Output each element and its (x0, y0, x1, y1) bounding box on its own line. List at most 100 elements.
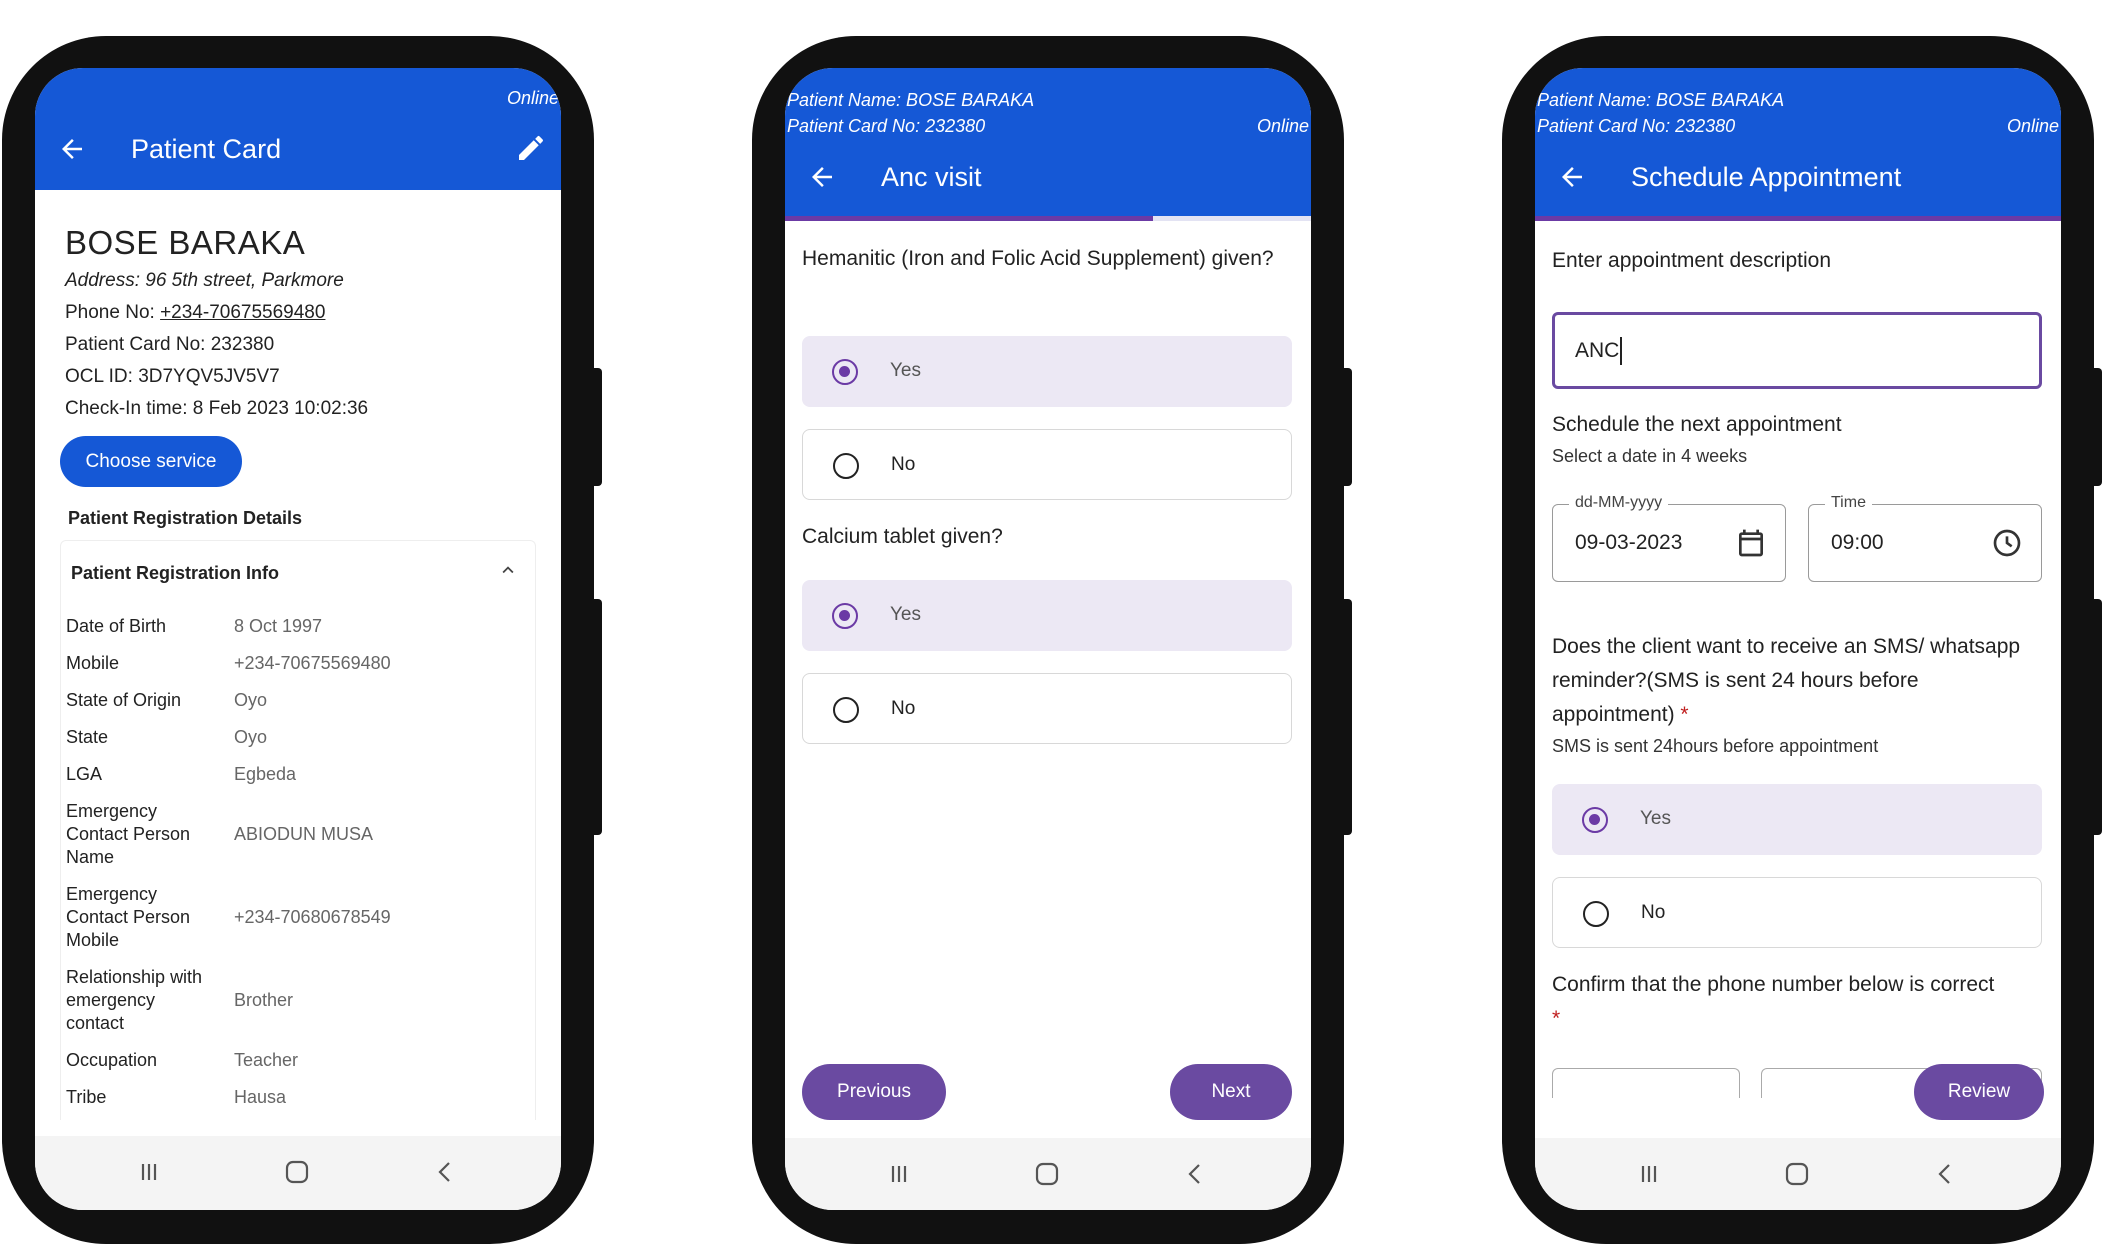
row-value: Egbeda (234, 764, 297, 784)
ocl-id: OCL ID: 3D7YQV5JV5V7 (65, 366, 280, 387)
required-mark: * (1680, 703, 1689, 726)
patient-card-line: Patient Card No: 232380 (787, 116, 986, 136)
system-nav-bar (1535, 1138, 2061, 1210)
recent-apps-icon[interactable] (885, 1160, 913, 1188)
section-label: Patient Registration Details (68, 508, 303, 528)
radio-option-no[interactable]: No (802, 673, 1292, 744)
system-nav-bar (35, 1136, 561, 1210)
chevron-up-icon[interactable] (497, 559, 519, 581)
patient-address: Address: 96 5th street, Parkmore (65, 270, 344, 291)
date-field-label: dd-MM-yyyy (1569, 494, 1669, 512)
home-icon[interactable] (1783, 1160, 1811, 1188)
side-button (1342, 368, 1352, 486)
appointment-description-input[interactable]: ANC (1552, 312, 2042, 389)
option-label: Yes (1640, 808, 1671, 829)
option-label: No (891, 454, 916, 475)
edit-pencil-icon[interactable] (515, 132, 547, 164)
row-value: Oyo (234, 690, 268, 710)
patient-card-number: Patient Card No: 232380 (65, 334, 275, 355)
back-arrow-icon[interactable] (57, 134, 87, 164)
back-nav-icon[interactable] (1181, 1160, 1209, 1188)
radio-option-yes[interactable]: Yes (802, 336, 1292, 407)
country-code-field[interactable] (1552, 1068, 1740, 1098)
row-key: Mobile (66, 653, 120, 673)
row-value: Teacher (234, 1050, 299, 1070)
row-key: Date of Birth (66, 616, 167, 636)
review-button[interactable]: Review (1914, 1064, 2044, 1120)
confirm-phone-label: Confirm that the phone number below is c… (1552, 968, 2052, 1036)
row-value: +234-70675569480 (234, 653, 391, 673)
patient-name-line: Patient Name: BOSE BARAKA (787, 90, 1035, 110)
clock-icon[interactable] (1991, 527, 2023, 559)
option-label: Yes (890, 604, 921, 625)
progress-bar (1535, 216, 2061, 221)
side-button (2092, 368, 2102, 486)
phone-frame-schedule-appointment: Patient Name: BOSE BARAKA Patient Card N… (1502, 36, 2102, 1244)
date-field[interactable]: dd-MM-yyyy 09-03-2023 (1552, 494, 1786, 582)
back-arrow-icon[interactable] (1557, 162, 1587, 192)
online-status: Online (506, 88, 559, 108)
page-title: Patient Card (131, 134, 282, 164)
option-label: Yes (890, 360, 921, 381)
card-title: Patient Registration Info (71, 563, 280, 583)
sms-hint: SMS is sent 24hours before appointment (1552, 736, 1879, 756)
option-label: No (891, 698, 916, 719)
recent-apps-icon[interactable] (1635, 1160, 1663, 1188)
question-text: Confirm that the phone number below is c… (1552, 973, 1995, 996)
radio-selected-icon (832, 359, 858, 385)
radio-option-no[interactable]: No (1552, 877, 2042, 948)
patient-card-line: Patient Card No: 232380 (1537, 116, 1736, 136)
phone-frame-anc-visit: Patient Name: BOSE BARAKA Patient Card N… (752, 36, 1352, 1244)
row-value: Oyo (234, 727, 268, 747)
online-status: Online (1256, 116, 1309, 136)
choose-service-button[interactable]: Choose service (60, 436, 242, 487)
calendar-icon[interactable] (1735, 527, 1767, 559)
page-title: Schedule Appointment (1631, 162, 1902, 192)
date-value: 09-03-2023 (1575, 531, 1683, 554)
radio-option-no[interactable]: No (802, 429, 1292, 500)
checkin-time: Check-In time: 8 Feb 2023 10:02:36 (65, 398, 369, 419)
row-value: ABIODUN MUSA (234, 824, 374, 844)
question-iron-folic: Hemanitic (Iron and Folic Acid Supplemen… (802, 247, 1274, 270)
row-key: LGA (66, 764, 103, 784)
screen-schedule-appointment: Patient Name: BOSE BARAKA Patient Card N… (1535, 68, 2061, 1210)
patient-name-line: Patient Name: BOSE BARAKA (1537, 90, 1785, 110)
side-button (592, 599, 602, 835)
progress-bar (785, 216, 1154, 221)
radio-unselected-icon (833, 697, 859, 723)
back-nav-icon[interactable] (431, 1158, 459, 1186)
row-key: State of Origin (66, 690, 182, 710)
app-bar: Patient Name: BOSE BARAKA Patient Card N… (785, 68, 1311, 221)
row-value: Hausa (234, 1087, 287, 1107)
sms-reminder-question: Does the client want to receive an SMS/ … (1552, 630, 2042, 732)
back-nav-icon[interactable] (1931, 1160, 1959, 1188)
description-label: Enter appointment description (1552, 249, 1831, 272)
row-key: Occupation (66, 1050, 158, 1070)
radio-option-yes[interactable]: Yes (1552, 784, 2042, 855)
phone-link[interactable]: +234-70675569480 (160, 302, 325, 323)
patient-name: BOSE BARAKA (65, 224, 306, 261)
text-caret (1620, 337, 1622, 365)
home-icon[interactable] (1033, 1160, 1061, 1188)
side-button (592, 368, 602, 486)
back-arrow-icon[interactable] (807, 162, 837, 192)
next-button[interactable]: Next (1170, 1064, 1292, 1120)
time-value: 09:00 (1831, 531, 1884, 554)
input-value: ANC (1575, 339, 1620, 362)
row-key: Emergency Contact Person Mobile (66, 884, 191, 950)
time-field-label: Time (1825, 494, 1872, 512)
radio-option-yes[interactable]: Yes (802, 580, 1292, 651)
time-field[interactable]: Time 09:00 (1808, 494, 2042, 582)
home-icon[interactable] (283, 1158, 311, 1186)
side-button (2092, 599, 2102, 835)
row-value: Brother (234, 990, 294, 1010)
previous-button[interactable]: Previous (802, 1064, 946, 1120)
question-calcium: Calcium tablet given? (802, 525, 1003, 548)
recent-apps-icon[interactable] (135, 1158, 163, 1186)
patient-phone: Phone No: +234-70675569480 (65, 302, 325, 324)
schedule-label: Schedule the next appointment (1552, 413, 1842, 436)
system-nav-bar (785, 1138, 1311, 1210)
radio-unselected-icon (833, 453, 859, 479)
row-key: State (66, 727, 109, 747)
online-status: Online (2006, 116, 2059, 136)
